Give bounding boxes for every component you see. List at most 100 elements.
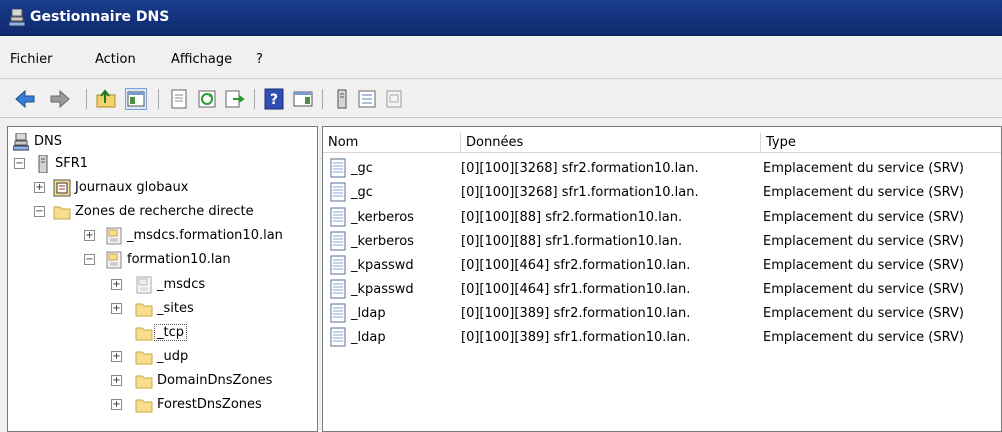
tree-item-msdcs[interactable]: + _msdcs: [8, 275, 308, 295]
menu-affichage[interactable]: Affichage: [171, 52, 232, 67]
tree-item-domaindnszones[interactable]: + DomainDnsZones: [8, 371, 308, 391]
back-arrow-icon[interactable]: [14, 88, 36, 110]
cell-nom: _ldap: [351, 330, 386, 345]
expand-icon[interactable]: +: [84, 230, 95, 241]
expand-icon[interactable]: +: [111, 279, 122, 290]
table-row[interactable]: _kpasswd [0][100][464] sfr2.formation10.…: [323, 253, 1001, 277]
forward-arrow-icon[interactable]: [49, 88, 71, 110]
dns-app-icon: [9, 9, 25, 27]
expand-icon[interactable]: +: [34, 182, 45, 193]
show-hide-tree-icon[interactable]: [125, 88, 147, 110]
cell-type: Emplacement du service (SRV): [763, 185, 964, 200]
cell-nom: _kpasswd: [351, 282, 414, 297]
dns-root-icon: [13, 133, 31, 151]
srv-record-icon: [329, 327, 347, 347]
menu-action[interactable]: Action: [95, 52, 136, 67]
show-action-pane-icon[interactable]: [292, 88, 314, 110]
toolbar-separator: [254, 89, 255, 109]
cell-nom: _ldap: [351, 306, 386, 321]
collapse-icon[interactable]: −: [14, 158, 25, 169]
expand-icon[interactable]: +: [111, 351, 122, 362]
tree-item-label: DomainDnsZones: [157, 373, 273, 388]
cell-nom: _kerberos: [351, 234, 414, 249]
export-list-icon[interactable]: [224, 88, 246, 110]
tree-item-label: ForestDnsZones: [157, 397, 262, 412]
cell-type: Emplacement du service (SRV): [763, 234, 964, 249]
srv-record-icon: [329, 279, 347, 299]
srv-record-icon: [329, 182, 347, 202]
column-header-nom[interactable]: Nom: [323, 133, 461, 153]
svg-text:?: ?: [270, 92, 278, 108]
menu-fichier[interactable]: Fichier: [10, 52, 53, 67]
tree-item-zones-recherche-directe[interactable]: − Zones de recherche directe: [8, 202, 317, 222]
tree-item-label: Zones de recherche directe: [75, 204, 254, 219]
table-row[interactable]: _ldap [0][100][389] sfr1.formation10.lan…: [323, 325, 1001, 349]
event-log-icon: [53, 179, 71, 197]
table-row[interactable]: _kerberos [0][100][88] sfr1.formation10.…: [323, 229, 1001, 253]
tree-item-label: formation10.lan: [127, 252, 231, 267]
srv-record-icon: [329, 231, 347, 251]
tree-item-label: Journaux globaux: [75, 180, 189, 195]
properties-icon[interactable]: [168, 88, 190, 110]
tree-item-msdcs-formation10-lan[interactable]: + _msdcs.formation10.lan: [8, 226, 317, 246]
expand-icon[interactable]: +: [111, 375, 122, 386]
table-row[interactable]: _gc [0][100][3268] sfr1.formation10.lan.…: [323, 180, 1001, 204]
record-icon[interactable]: [383, 88, 405, 110]
srv-record-icon: [329, 303, 347, 323]
folder-icon: [135, 348, 153, 366]
menu-help[interactable]: ?: [256, 52, 263, 67]
server-icon[interactable]: [331, 88, 353, 110]
cell-type: Emplacement du service (SRV): [763, 282, 964, 297]
expand-icon[interactable]: +: [111, 399, 122, 410]
help-icon[interactable]: ?: [263, 88, 285, 110]
refresh-icon[interactable]: [196, 88, 218, 110]
zone-icon: [105, 227, 123, 245]
tree-item-formation10-lan[interactable]: − formation10.lan: [8, 250, 308, 270]
tree-item-label: _msdcs: [157, 277, 206, 292]
folder-icon: [135, 300, 153, 318]
cell-donnees: [0][100][389] sfr1.formation10.lan.: [461, 330, 691, 345]
tree-item-sfr1[interactable]: − SFR1: [8, 154, 308, 174]
srv-record-icon: [329, 158, 347, 178]
cell-type: Emplacement du service (SRV): [763, 210, 964, 225]
srv-record-icon: [329, 207, 347, 227]
tree-item-tcp[interactable]: _tcp: [8, 323, 308, 343]
collapse-icon[interactable]: −: [34, 206, 45, 217]
collapse-icon[interactable]: −: [84, 254, 95, 265]
cell-donnees: [0][100][88] sfr1.formation10.lan.: [461, 234, 683, 249]
tree-item-label: _udp: [157, 349, 189, 364]
column-header-type[interactable]: Type: [761, 133, 1001, 153]
cell-type: Emplacement du service (SRV): [763, 258, 964, 273]
cell-type: Emplacement du service (SRV): [763, 161, 964, 176]
console-tree: DNS − SFR1 + Journaux globaux − Zones de…: [7, 126, 318, 432]
table-row[interactable]: _kerberos [0][100][88] sfr2.formation10.…: [323, 205, 1001, 229]
up-folder-icon[interactable]: [95, 88, 117, 110]
table-row[interactable]: _gc [0][100][3268] sfr2.formation10.lan.…: [323, 156, 1001, 180]
menu-bar: Fichier Action Affichage ?: [0, 46, 1002, 74]
title-bar: Gestionnaire DNS: [0, 0, 1002, 36]
folder-icon: [135, 372, 153, 390]
tree-item-forestdnszones[interactable]: + ForestDnsZones: [8, 395, 308, 415]
cell-nom: _kerberos: [351, 210, 414, 225]
table-row[interactable]: _ldap [0][100][389] sfr2.formation10.lan…: [323, 301, 1001, 325]
cell-donnees: [0][100][464] sfr1.formation10.lan.: [461, 282, 691, 297]
column-header-donnees[interactable]: Données: [461, 133, 761, 153]
tree-item-journaux-globaux[interactable]: + Journaux globaux: [8, 178, 308, 198]
tree-item-label: DNS: [34, 134, 62, 149]
tree-item-label: SFR1: [55, 156, 89, 171]
tree-item-dns[interactable]: DNS: [8, 132, 308, 152]
cell-donnees: [0][100][3268] sfr1.formation10.lan.: [461, 185, 699, 200]
expand-icon[interactable]: +: [111, 303, 122, 314]
server-icon: [35, 155, 53, 173]
delegated-zone-icon: [135, 276, 153, 294]
zone-icon[interactable]: [356, 88, 378, 110]
zone-icon: [105, 251, 123, 269]
tree-item-sites[interactable]: + _sites: [8, 299, 308, 319]
toolbar-separator: [86, 89, 87, 109]
tree-item-label: _msdcs.formation10.lan: [127, 228, 283, 243]
tree-item-udp[interactable]: + _udp: [8, 347, 308, 367]
tree-item-label: _tcp: [154, 324, 187, 341]
cell-type: Emplacement du service (SRV): [763, 330, 964, 345]
table-row[interactable]: _kpasswd [0][100][464] sfr1.formation10.…: [323, 277, 1001, 301]
cell-donnees: [0][100][389] sfr2.formation10.lan.: [461, 306, 691, 321]
